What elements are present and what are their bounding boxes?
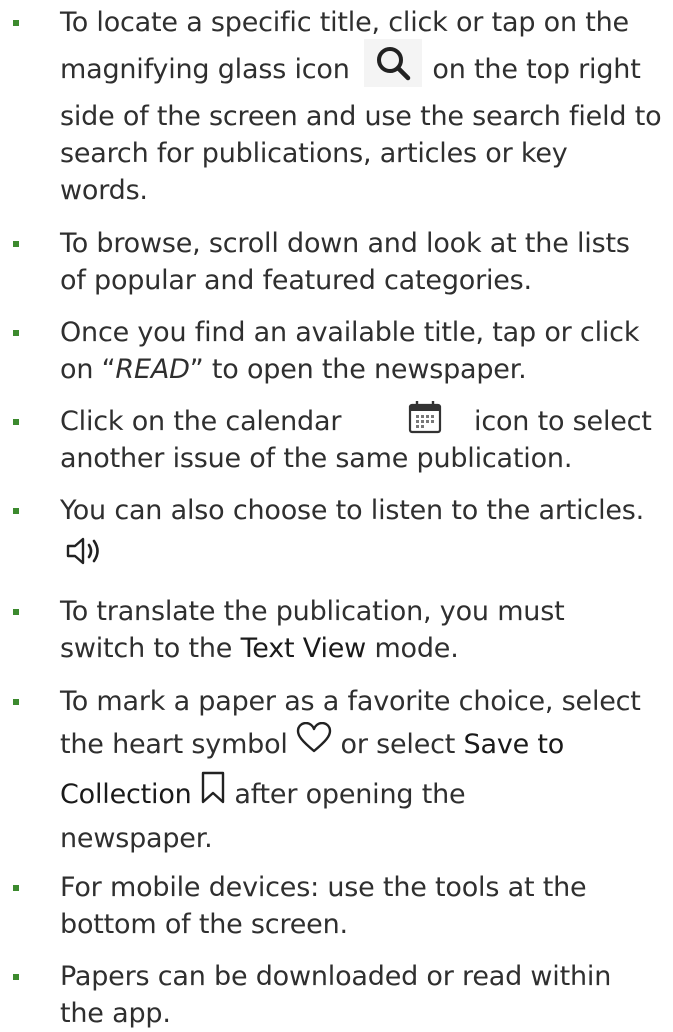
- item-text: switch to the: [60, 633, 233, 664]
- item-text: of popular and featured categories.: [60, 265, 532, 296]
- item-text: To browse, scroll down and look at the l…: [60, 228, 630, 259]
- bullet: [13, 20, 19, 26]
- mode-name: Text View: [240, 633, 367, 664]
- item-text: or select: [340, 729, 456, 760]
- bullet: [13, 974, 19, 980]
- bullet: [13, 508, 19, 514]
- bullet: [13, 609, 19, 615]
- bookmark-icon: [200, 771, 226, 805]
- item-text: side of the screen and use the search fi…: [60, 101, 662, 132]
- heart-icon: [296, 721, 332, 754]
- item-text: To translate the publication, you must: [60, 596, 565, 627]
- item-text: icon to select: [474, 406, 652, 437]
- item-text: You can also choose to listen to the art…: [60, 495, 645, 526]
- item-text: on the top right: [432, 54, 641, 85]
- item-text-emphasis: READ: [115, 354, 190, 385]
- item-text: the heart symbol: [60, 729, 288, 760]
- item-text: on “: [60, 354, 116, 385]
- item-text: mode.: [374, 633, 459, 664]
- item-text: another issue of the same publication.: [60, 443, 573, 474]
- bullet: [13, 885, 19, 891]
- item-text: newspaper.: [60, 823, 213, 854]
- item-text: Papers can be downloaded or read within: [60, 961, 612, 992]
- item-text: To mark a paper as a favorite choice, se…: [60, 686, 641, 717]
- bullet: [13, 419, 19, 425]
- item-text: For mobile devices: use the tools at the: [60, 872, 587, 903]
- item-text: words.: [60, 175, 148, 206]
- save-to-label: Save to: [463, 729, 565, 760]
- magnifying-glass-icon: [364, 38, 423, 87]
- item-text: Click on the calendar: [60, 406, 342, 437]
- item-text: Once you find an available title, tap or…: [60, 317, 640, 348]
- item-text: search for publications, articles or key: [60, 138, 568, 169]
- item-text: the app.: [60, 998, 171, 1029]
- speaker-icon: [64, 535, 106, 567]
- item-text: after opening the: [234, 779, 466, 810]
- bullet: [13, 241, 19, 247]
- item-text: bottom of the screen.: [60, 909, 348, 940]
- bullet: [13, 699, 19, 705]
- item-text: ” to open the newspaper.: [189, 354, 527, 385]
- calendar-icon: [408, 399, 442, 435]
- item-text: magnifying glass icon: [60, 54, 350, 85]
- item-text: To locate a specific title, click or tap…: [60, 7, 629, 38]
- bullet: [13, 330, 19, 336]
- collection-label: Collection: [60, 779, 192, 810]
